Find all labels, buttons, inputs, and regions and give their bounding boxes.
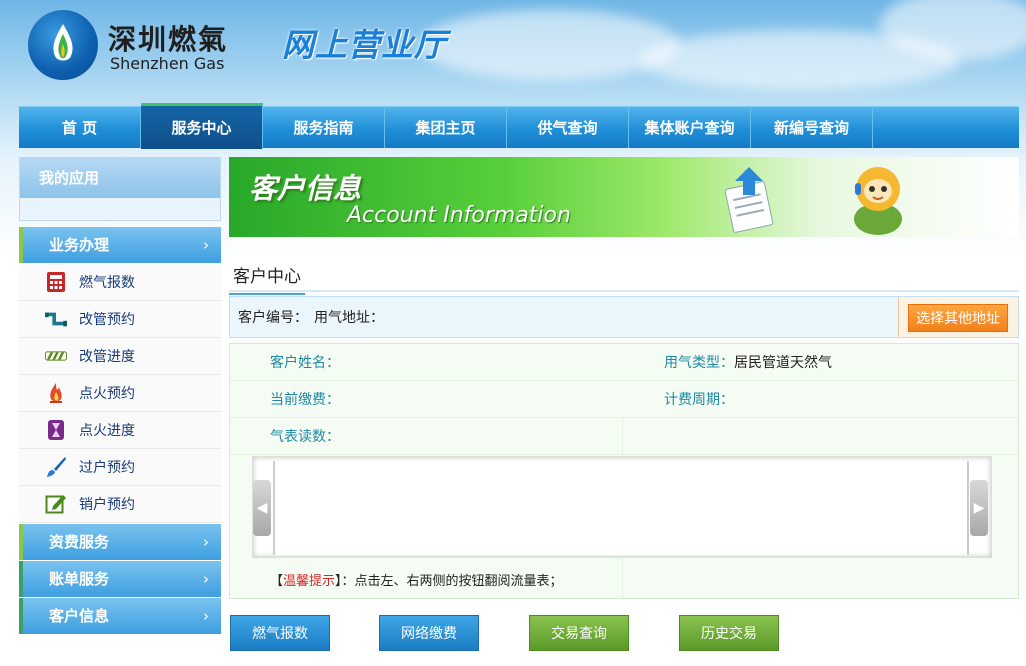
nav-group-home[interactable]: 集团主页 bbox=[385, 107, 507, 148]
nav-service-center[interactable]: 服务中心 bbox=[141, 103, 263, 149]
banner-title-en: Account Information bbox=[347, 203, 571, 228]
meter-next-button[interactable]: ▶ bbox=[970, 480, 988, 536]
warm-tip: 【温馨提示】：点击左、右两侧的按钮翻阅流量表； bbox=[270, 570, 563, 589]
account-info-banner: 客户信息 Account Information bbox=[229, 157, 1019, 237]
site-slogan: 网上营业厅 bbox=[282, 26, 448, 64]
sidebar-group-label: 业务办理 bbox=[49, 236, 110, 254]
customer-address-bar: 客户编号： 用气地址： 选择其他地址 bbox=[229, 296, 1019, 338]
customer-info-panel: 客户姓名： 用气类型：居民管道天然气 当前缴费： 计费周期： 气表读数： ◀ ▶… bbox=[229, 343, 1019, 599]
nav-home[interactable]: 首 页 bbox=[19, 107, 141, 148]
brush-icon bbox=[45, 456, 67, 478]
choose-address-button[interactable]: 选择其他地址 bbox=[908, 304, 1008, 332]
chevron-right-icon: › bbox=[203, 570, 209, 588]
sidebar-item-label: 点火进度 bbox=[79, 423, 135, 439]
sidebar-item-label: 改管进度 bbox=[79, 349, 135, 365]
cloud-decoration bbox=[420, 10, 680, 80]
page-title: 客户中心 bbox=[229, 260, 305, 295]
brand-name-en: Shenzhen Gas bbox=[110, 54, 225, 73]
sidebar-item-label: 燃气报数 bbox=[79, 275, 135, 291]
pipe-icon bbox=[45, 308, 67, 330]
my-apps-body bbox=[20, 198, 220, 220]
nav-new-number-query[interactable]: 新编号查询 bbox=[751, 107, 873, 148]
sidebar-item-ignition-booking[interactable]: 点火预约 bbox=[19, 375, 221, 412]
document-arrow-icon bbox=[724, 167, 774, 233]
calculator-icon bbox=[45, 271, 67, 293]
info-row-name: 客户姓名： 用气类型：居民管道天然气 bbox=[230, 344, 1018, 381]
site-header: 深圳燃氣 Shenzhen Gas 网上营业厅 bbox=[0, 0, 1026, 104]
arrow-left-icon: ◀ bbox=[256, 500, 268, 516]
tip-bracket-open: 【 bbox=[270, 574, 284, 589]
gas-report-button[interactable]: 燃气报数 bbox=[230, 615, 330, 651]
sidebar-business-list: 燃气报数 改管预约 改管进度 点火预约 点火进度 过户预约 销户预约 bbox=[19, 264, 221, 523]
arrow-right-icon: ▶ bbox=[973, 500, 985, 516]
sidebar-item-label: 销户预约 bbox=[79, 497, 135, 513]
history-transactions-button[interactable]: 历史交易 bbox=[679, 615, 779, 651]
brand-name-cn: 深圳燃氣 bbox=[108, 23, 229, 56]
gas-flame-logo-icon[interactable] bbox=[28, 10, 98, 80]
sidebar-item-cancel-booking[interactable]: 销户预约 bbox=[19, 486, 221, 523]
address-label: 用气地址： bbox=[314, 310, 384, 326]
sidebar-group-customer[interactable]: 客户信息 › bbox=[19, 598, 221, 634]
my-apps-title[interactable]: 我的应用 bbox=[20, 158, 220, 198]
billing-cycle-label: 计费周期： bbox=[664, 392, 734, 408]
sidebar-item-label: 改管预约 bbox=[79, 312, 135, 328]
chevron-right-icon: › bbox=[203, 607, 209, 625]
meter-viewer bbox=[252, 456, 992, 558]
banner-title-cn: 客户信息 bbox=[249, 172, 362, 205]
column-divider bbox=[622, 558, 623, 598]
sidebar-item-gas-report[interactable]: 燃气报数 bbox=[19, 264, 221, 301]
online-payment-button[interactable]: 网络缴费 bbox=[379, 615, 479, 651]
sidebar-group-label: 资费服务 bbox=[49, 533, 110, 551]
sidebar-item-pipe-booking[interactable]: 改管预约 bbox=[19, 301, 221, 338]
meter-reading-label: 气表读数： bbox=[270, 429, 340, 445]
sidebar-group-business[interactable]: 业务办理 › bbox=[19, 227, 221, 263]
nav-service-guide[interactable]: 服务指南 bbox=[263, 107, 385, 148]
top-nav: 首 页 服务中心 服务指南 集团主页 供气查询 集体账户查询 新编号查询 bbox=[19, 103, 1019, 149]
nav-group-account-query[interactable]: 集体账户查询 bbox=[629, 107, 751, 148]
transaction-query-button[interactable]: 交易查询 bbox=[529, 615, 629, 651]
robot-mascot-icon bbox=[854, 167, 902, 235]
sidebar-group-label: 客户信息 bbox=[49, 607, 110, 625]
sidebar-item-transfer-booking[interactable]: 过户预约 bbox=[19, 449, 221, 486]
hourglass-icon bbox=[45, 419, 67, 441]
sidebar-group-fees[interactable]: 资费服务 › bbox=[19, 524, 221, 560]
sidebar-group-bills[interactable]: 账单服务 › bbox=[19, 561, 221, 597]
tip-text: ：点击左、右两侧的按钮翻阅流量表； bbox=[341, 574, 563, 589]
info-row-fee: 当前缴费： 计费周期： bbox=[230, 381, 1018, 418]
gas-type-label: 用气类型： bbox=[664, 355, 734, 371]
tip-title: 温馨提示 bbox=[283, 574, 336, 589]
sidebar-item-pipe-progress[interactable]: 改管进度 bbox=[19, 338, 221, 375]
meter-prev-button[interactable]: ◀ bbox=[253, 480, 271, 536]
chevron-right-icon: › bbox=[203, 533, 209, 551]
gas-type-field: 用气类型：居民管道天然气 bbox=[664, 352, 832, 372]
customer-no-label: 客户编号： bbox=[238, 310, 308, 326]
nav-supply-query[interactable]: 供气查询 bbox=[507, 107, 629, 148]
edit-icon bbox=[45, 493, 67, 515]
my-apps-panel: 我的应用 bbox=[19, 157, 221, 221]
meter-viewer-content bbox=[273, 461, 969, 555]
section-title-bar: 客户中心 bbox=[229, 260, 1019, 295]
sidebar-group-label: 账单服务 bbox=[49, 570, 110, 588]
sidebar-item-ignition-progress[interactable]: 点火进度 bbox=[19, 412, 221, 449]
current-fee-label: 当前缴费： bbox=[270, 392, 340, 408]
info-row-meter: 气表读数： bbox=[230, 418, 1018, 455]
sidebar-item-label: 过户预约 bbox=[79, 460, 135, 476]
column-divider bbox=[622, 418, 623, 456]
sidebar-item-label: 点火预约 bbox=[79, 386, 135, 402]
chevron-right-icon: › bbox=[203, 236, 209, 254]
gas-type-value: 居民管道天然气 bbox=[734, 355, 832, 371]
progress-icon bbox=[45, 345, 67, 367]
customer-name-label: 客户姓名： bbox=[270, 355, 340, 371]
flame-icon bbox=[45, 382, 67, 404]
